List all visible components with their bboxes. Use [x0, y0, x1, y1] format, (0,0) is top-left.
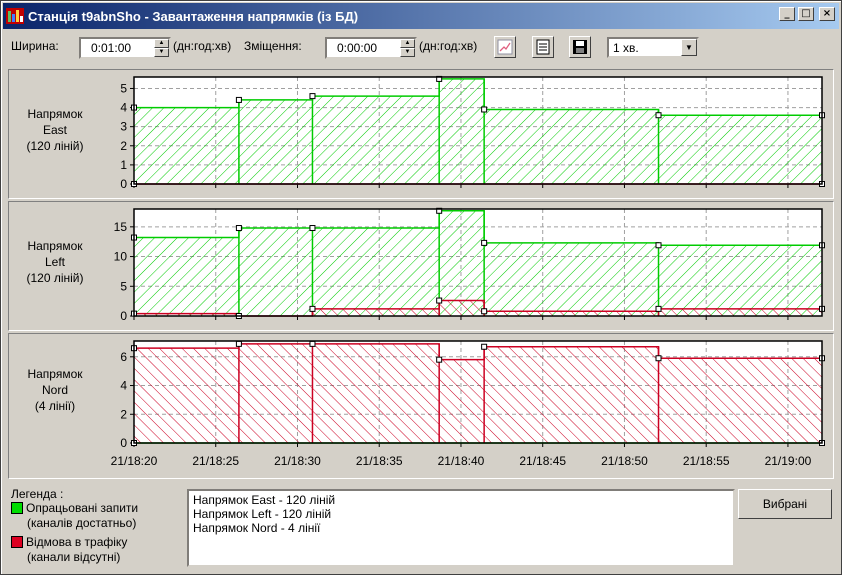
offset-down-arrow-icon[interactable]: ▼: [400, 48, 415, 57]
directions-listbox[interactable]: Напрямок East - 120 ліній Напрямок Left …: [187, 489, 735, 567]
interval-select[interactable]: 1 хв. ▼: [607, 37, 699, 58]
chart-panel-left: Напрямок Left (120 ліній) 0 5 10 15: [8, 201, 834, 331]
legend-item-ok: Опрацьовані запити (каналів достатньо): [11, 501, 138, 531]
data-point: [309, 340, 316, 347]
width-units-label: (дн:год:хв): [173, 39, 232, 53]
list-item[interactable]: Напрямок East - 120 ліній: [193, 493, 729, 507]
floppy-disk-icon: [573, 40, 587, 54]
data-point: [655, 112, 662, 119]
toolbar: Ширина: 0:01:00 ▲ ▼ (дн:год:хв) Зміщення…: [7, 33, 837, 61]
y-tick-label: 2: [120, 139, 127, 153]
y-tick-label: 0: [120, 177, 127, 191]
data-point: [655, 242, 662, 249]
x-tick-label: 21/18:35: [356, 454, 403, 468]
data-point: [481, 308, 488, 315]
x-tick-label: 21/18:20: [111, 454, 158, 468]
data-point: [235, 340, 242, 347]
data-point: [655, 305, 662, 312]
green-swatch-icon: [11, 502, 23, 514]
y-tick-label: 0: [120, 436, 127, 450]
y-tick-label: 2: [120, 407, 127, 421]
y-tick-label: 4: [120, 101, 127, 115]
data-point: [481, 106, 488, 113]
offset-spinner[interactable]: 0:00:00 ▲ ▼: [325, 37, 417, 59]
list-item[interactable]: Напрямок Nord - 4 лінії: [193, 521, 729, 535]
y-tick-label: 10: [114, 250, 128, 264]
offset-units-label: (дн:год:хв): [419, 39, 478, 53]
list-view-button[interactable]: [532, 36, 554, 58]
legend-item-refusal: Відмова в трафіку (канали відсутні): [11, 535, 127, 565]
data-point: [235, 96, 242, 103]
y-tick-label: 5: [120, 81, 127, 95]
save-button[interactable]: [569, 36, 591, 58]
x-tick-label: 21/18:45: [519, 454, 566, 468]
close-button[interactable]: ×: [819, 7, 835, 21]
selected-button[interactable]: Вибрані: [738, 489, 832, 519]
data-point: [481, 343, 488, 350]
width-up-arrow-icon[interactable]: ▲: [154, 39, 169, 48]
y-tick-label: 1: [120, 158, 127, 172]
x-tick-label: 21/18:30: [274, 454, 321, 468]
x-tick-label: 21/18:40: [438, 454, 485, 468]
direction-label-east: Напрямок East (120 ліній): [26, 107, 84, 153]
data-point: [655, 355, 662, 362]
offset-label: Зміщення:: [244, 39, 302, 53]
data-point: [309, 225, 316, 232]
chart-view-button[interactable]: [494, 36, 516, 58]
title-bar[interactable]: Станція t9abnSho - Завантаження напрямкі…: [3, 3, 839, 29]
line-chart-icon: [497, 39, 513, 55]
width-value[interactable]: 0:01:00: [91, 41, 131, 55]
legend-title: Легенда :: [11, 487, 64, 501]
chart-left: 0 5 10 15: [114, 207, 825, 323]
app-icon: [6, 8, 24, 24]
red-swatch-icon: [11, 536, 23, 548]
minimize-button[interactable]: _: [779, 7, 795, 21]
data-point: [436, 297, 443, 304]
offset-up-arrow-icon[interactable]: ▲: [400, 39, 415, 48]
y-tick-label: 4: [120, 379, 127, 393]
direction-label-left: Напрямок Left (120 ліній): [26, 239, 84, 285]
offset-value[interactable]: 0:00:00: [337, 41, 377, 55]
y-tick-label: 0: [120, 309, 127, 323]
width-down-arrow-icon[interactable]: ▼: [154, 48, 169, 57]
data-point: [481, 239, 488, 246]
width-label: Ширина:: [11, 39, 59, 53]
y-tick-label: 3: [120, 120, 127, 134]
chart-east: 0 1 2 3 4 5: [120, 75, 825, 191]
x-tick-label: 21/19:00: [765, 454, 812, 468]
x-tick-label: 21/18:50: [601, 454, 648, 468]
data-point: [309, 93, 316, 100]
y-tick-label: 15: [114, 220, 128, 234]
chevron-down-icon[interactable]: ▼: [681, 39, 697, 56]
list-icon: [536, 39, 550, 55]
legend-area: Легенда : Опрацьовані запити (каналів до…: [7, 483, 837, 571]
interval-value[interactable]: 1 хв.: [613, 41, 639, 55]
chart-nord: 0 2 4 6 21/18:20 21/18:25 21/18:30 21/18:35 21/1…: [111, 340, 825, 468]
y-tick-label: 6: [120, 350, 127, 364]
chart-panel-nord: Напрямок Nord (4 лінії) 0 2 4 6 21/18:20 21/1…: [8, 333, 834, 479]
data-point: [235, 225, 242, 232]
data-point: [309, 305, 316, 312]
maximize-button[interactable]: □: [798, 7, 814, 21]
main-window: Станція t9abnSho - Завантаження напрямкі…: [0, 0, 842, 575]
x-tick-label: 21/18:25: [192, 454, 239, 468]
y-tick-label: 5: [120, 279, 127, 293]
x-tick-label: 21/18:55: [683, 454, 730, 468]
data-point: [436, 356, 443, 363]
chart-panel-east: Напрямок East (120 ліній) 0 1 2 3 4 5: [8, 69, 834, 199]
list-item[interactable]: Напрямок Left - 120 ліній: [193, 507, 729, 521]
direction-label-nord: Напрямок Nord (4 лінії): [27, 367, 83, 413]
width-spinner[interactable]: 0:01:00 ▲ ▼: [79, 37, 171, 59]
window-title: Станція t9abnSho - Завантаження напрямкі…: [28, 8, 359, 24]
